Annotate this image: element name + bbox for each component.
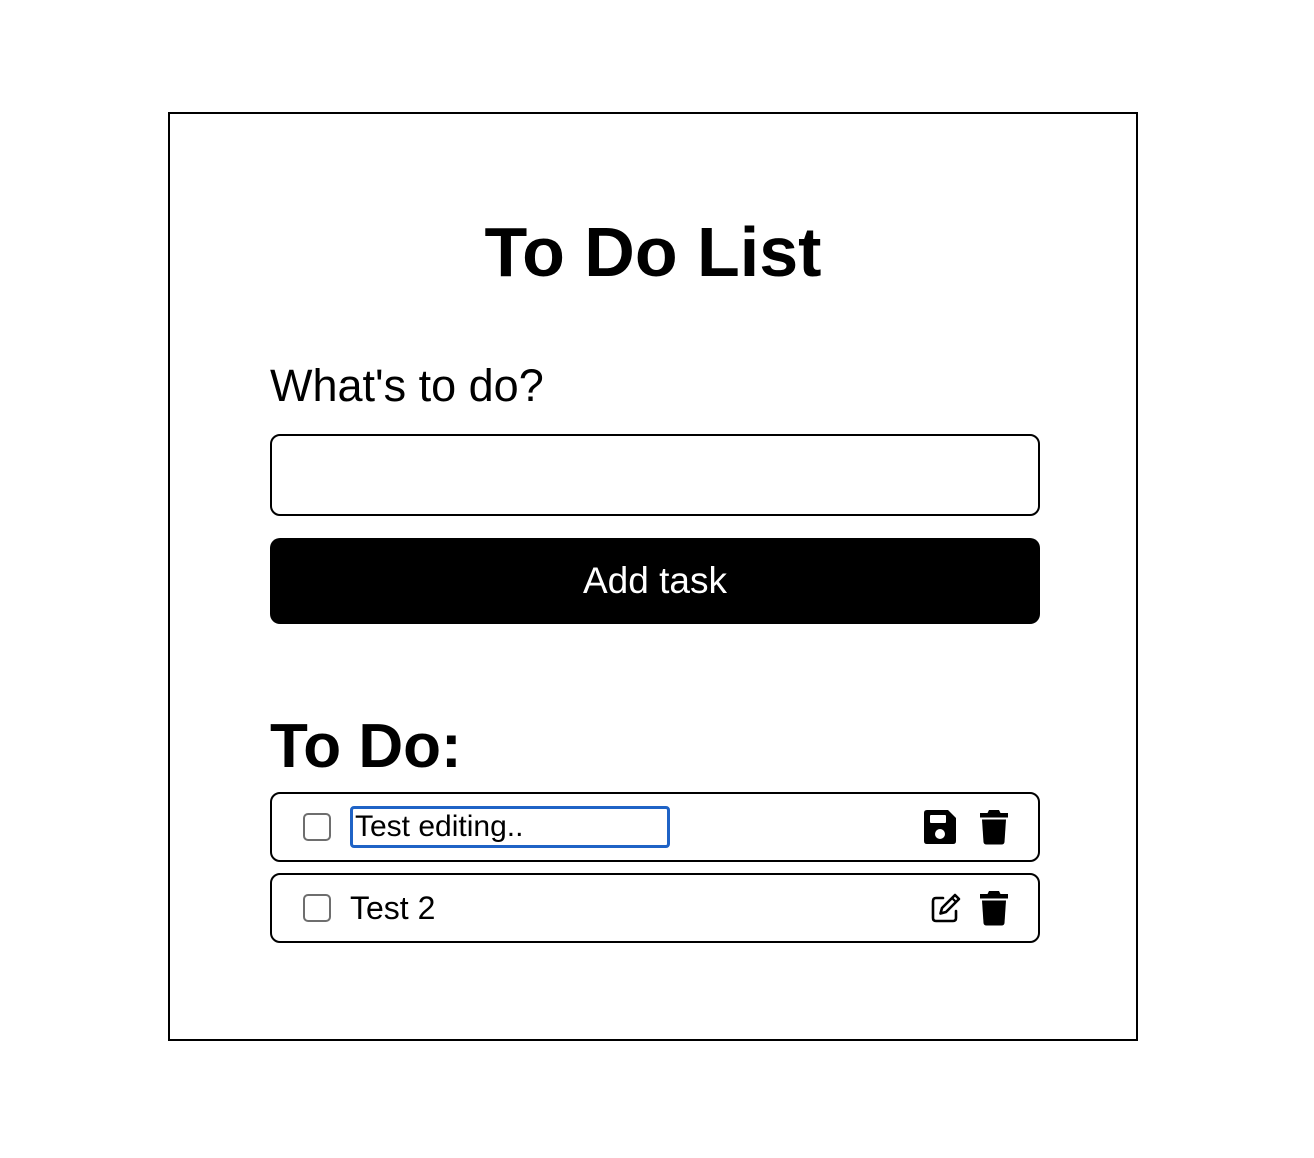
- task-text: Test 2: [350, 890, 436, 926]
- task-item: Test 2: [270, 873, 1040, 943]
- save-icon: [924, 810, 956, 844]
- edit-button[interactable]: [926, 888, 966, 928]
- trash-icon: [980, 891, 1008, 926]
- delete-button[interactable]: [974, 807, 1014, 847]
- todo-section-heading: To Do:: [270, 712, 462, 781]
- todo-app-container: To Do List What's to do? Add task To Do:: [168, 112, 1138, 1041]
- page-title: To Do List: [484, 213, 822, 291]
- save-button[interactable]: [920, 807, 960, 847]
- task-item: [270, 792, 1040, 862]
- task-list: Test 2: [270, 792, 1040, 954]
- task-input[interactable]: [270, 434, 1040, 516]
- delete-button[interactable]: [974, 888, 1014, 928]
- task-checkbox[interactable]: [303, 813, 331, 841]
- task-checkbox[interactable]: [303, 894, 331, 922]
- trash-icon: [980, 810, 1008, 845]
- task-edit-field[interactable]: [350, 806, 670, 848]
- add-task-button[interactable]: Add task: [270, 538, 1040, 624]
- pen-to-square-icon: [931, 893, 961, 923]
- task-input-label: What's to do?: [270, 360, 544, 411]
